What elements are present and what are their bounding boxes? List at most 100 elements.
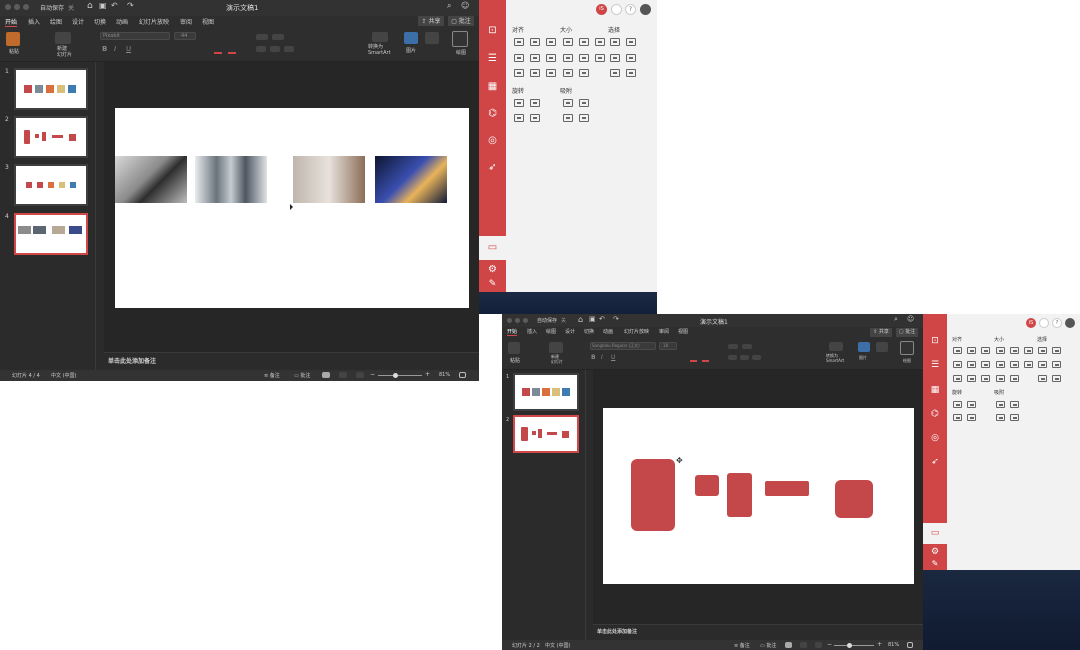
align-left-button[interactable] [256, 46, 266, 52]
slide-thumbnail-3[interactable] [14, 164, 88, 206]
flip-horizontal-icon[interactable] [514, 114, 524, 122]
same-width-icon[interactable] [996, 347, 1005, 354]
smiley-feedback-icon[interactable]: ☺ [907, 315, 914, 323]
comment-button[interactable]: ▢ 批注 [896, 328, 918, 337]
match-size-icon[interactable] [996, 361, 1005, 368]
drawing-button[interactable] [452, 31, 468, 47]
align-left-button[interactable] [728, 355, 737, 360]
zoom-slider[interactable] [834, 645, 874, 646]
slide-sorter-button[interactable] [800, 642, 807, 648]
align-left-icon[interactable] [514, 38, 524, 46]
distribute-vertical-icon[interactable] [967, 375, 976, 382]
grid-layout-icon[interactable]: ▦ [923, 385, 947, 395]
highlight-icon[interactable] [228, 52, 236, 54]
shield-icon[interactable] [1039, 318, 1049, 328]
small-rounded-square[interactable] [695, 475, 719, 496]
resize-diagonal-icon[interactable] [546, 69, 556, 77]
align-center-button[interactable] [740, 355, 749, 360]
italic-button[interactable]: I [601, 354, 603, 361]
pin-icon[interactable]: ✎ [479, 279, 506, 289]
shapes-button[interactable] [876, 342, 888, 352]
align-middle-icon[interactable] [967, 361, 976, 368]
narrow-rounded-rectangle[interactable] [727, 473, 752, 517]
pin-icon[interactable]: ✎ [923, 559, 947, 568]
align-center-button[interactable] [270, 46, 280, 52]
undo-icon[interactable]: ↶ [111, 1, 118, 10]
tab-home[interactable]: 开始 [5, 17, 18, 27]
distribute-horizontal-icon[interactable] [514, 69, 524, 77]
select-type-icon[interactable] [1024, 361, 1033, 368]
minimize-window-dot[interactable] [515, 318, 520, 323]
card-icon[interactable]: ☰ [479, 53, 506, 64]
undo-icon[interactable]: ↶ [599, 315, 605, 323]
laptop-desk-photo[interactable] [115, 156, 187, 203]
language-indicator[interactable]: 中文 (中国) [545, 642, 571, 649]
card-icon[interactable]: ☰ [923, 360, 947, 370]
language-indicator[interactable]: 中文 (中国) [51, 372, 77, 379]
help-icon[interactable]: ? [1052, 318, 1062, 328]
tab-review[interactable]: 审阅 [180, 17, 192, 26]
snap-right-icon[interactable] [579, 114, 589, 122]
select-color-icon[interactable] [1038, 361, 1047, 368]
tab-transitions[interactable]: 切换 [94, 17, 106, 26]
tab-view[interactable]: 视图 [202, 17, 214, 26]
notes-pane[interactable]: 单击此处添加备注 [593, 624, 923, 640]
share-button[interactable]: ⇪ 共享 [418, 16, 444, 26]
font-color-icon[interactable] [690, 360, 697, 362]
palette-icon[interactable]: ◎ [923, 433, 947, 443]
tab-view[interactable]: 视图 [678, 328, 688, 335]
select-group-icon[interactable] [1052, 347, 1061, 354]
same-height-icon[interactable] [579, 38, 589, 46]
select-group-icon[interactable] [626, 38, 636, 46]
flip-vertical-icon[interactable] [967, 414, 976, 421]
zoom-in-button[interactable]: + [877, 641, 882, 648]
tab-slideshow[interactable]: 幻灯片放映 [624, 328, 649, 335]
window-layout-icon[interactable]: ▭ [479, 242, 506, 253]
search-icon[interactable]: ⌕ [447, 1, 451, 11]
tab-home[interactable]: 开始 [507, 328, 518, 336]
notes-toggle-button[interactable]: ≡ 备注 [264, 372, 280, 379]
grid-layout-icon[interactable]: ▦ [479, 81, 506, 92]
presenter-view-button[interactable] [815, 642, 822, 648]
convert-smartart-button[interactable] [372, 32, 388, 42]
comments-toggle-button[interactable]: ▭ 批注 [294, 372, 310, 379]
rotate-left-icon[interactable] [514, 99, 524, 107]
rocket-icon[interactable]: ➶ [479, 162, 506, 173]
zoom-window-dot[interactable] [523, 318, 528, 323]
close-window-dot[interactable] [507, 318, 512, 323]
profile-icon[interactable] [640, 4, 651, 15]
zoom-slider-handle[interactable] [393, 373, 398, 378]
slide-thumbnail-4[interactable] [14, 213, 88, 255]
align-bottom-icon[interactable] [981, 361, 990, 368]
profile-icon[interactable] [1065, 318, 1075, 328]
flip-vertical-icon[interactable] [530, 114, 540, 122]
comment-button[interactable]: ▢ 批注 [448, 16, 474, 26]
tab-draw[interactable]: 绘图 [50, 17, 62, 26]
fit-to-window-button[interactable] [907, 642, 913, 648]
picture-button[interactable] [858, 342, 870, 352]
comment-tag-icon[interactable]: ⊡ [923, 336, 947, 346]
select-all-icon[interactable] [1038, 347, 1047, 354]
search-icon[interactable]: ⌕ [894, 315, 898, 324]
underline-button[interactable]: U [126, 45, 131, 53]
tab-transitions[interactable]: 切换 [584, 328, 594, 335]
select-type-icon[interactable] [595, 54, 605, 62]
snap-left-icon[interactable] [563, 114, 573, 122]
align-left-icon[interactable] [953, 347, 962, 354]
avatar[interactable]: iS [596, 4, 607, 15]
autosave-toggle[interactable]: 关 [68, 3, 74, 12]
align-middle-icon[interactable] [530, 54, 540, 62]
shapes-button[interactable] [425, 32, 439, 44]
save-icon[interactable]: ▣ [589, 315, 596, 323]
resize-diagonal-icon[interactable] [981, 375, 990, 382]
font-color-icon[interactable] [214, 52, 222, 54]
convert-smartart-button[interactable] [829, 342, 843, 351]
tab-design[interactable]: 设计 [565, 328, 575, 335]
presenter-view-button[interactable] [356, 372, 364, 378]
same-height-icon[interactable] [1010, 347, 1019, 354]
zoom-out-button[interactable]: − [827, 641, 832, 648]
align-bottom-icon[interactable] [546, 54, 556, 62]
paste-button[interactable] [508, 342, 520, 354]
select-all-icon[interactable] [610, 38, 620, 46]
distribute-vertical-icon[interactable] [530, 69, 540, 77]
